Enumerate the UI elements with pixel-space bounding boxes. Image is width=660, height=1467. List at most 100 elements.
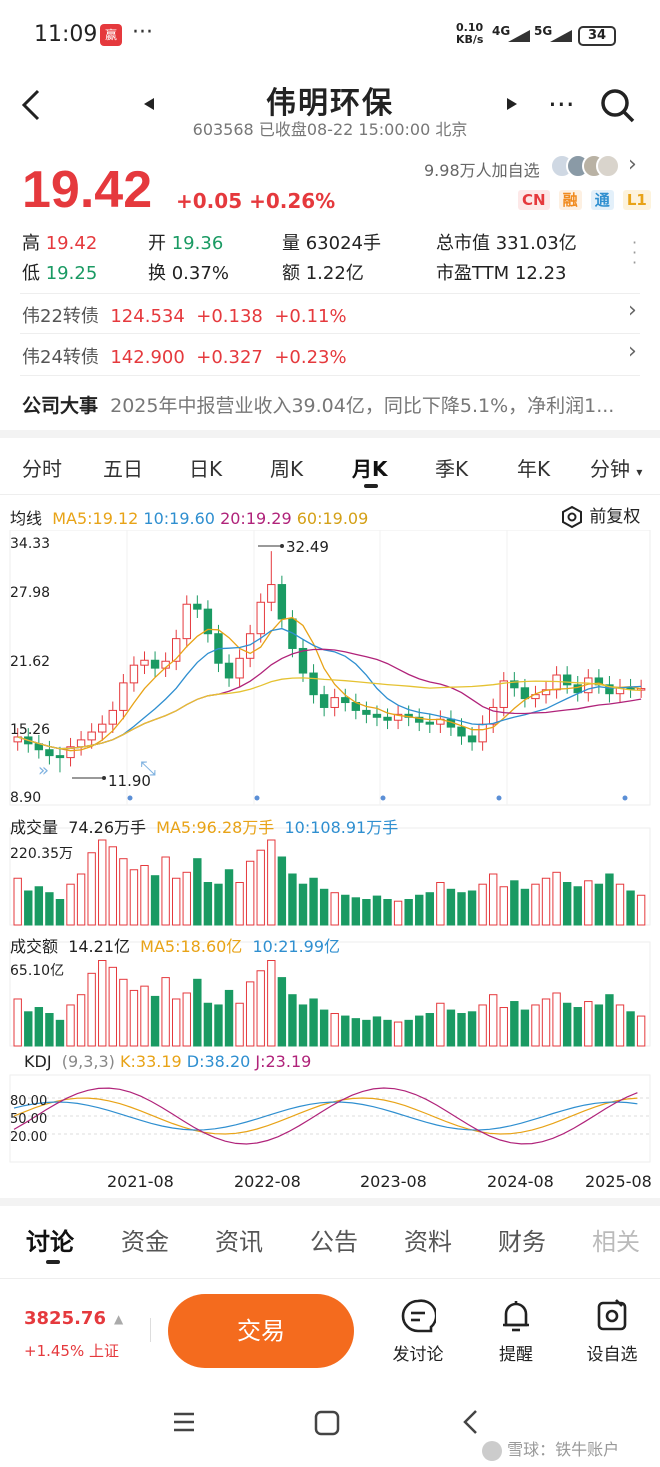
amount-legend: 成交额 14.21亿 MA5:18.60亿 10:21.99亿 (10, 937, 341, 956)
candle (182, 603, 191, 640)
candle (140, 659, 149, 666)
tab-related[interactable]: 相关 (592, 1222, 640, 1257)
volume-bar (636, 894, 646, 926)
volume-bar (182, 871, 191, 926)
candle (119, 682, 128, 711)
candle (55, 755, 65, 759)
badges: CN 融 通 L1 (518, 189, 651, 210)
amount-bar (319, 1009, 329, 1047)
candle (267, 584, 276, 603)
chevron-right-icon[interactable]: › (628, 298, 637, 323)
fullscreen-icon[interactable]: ⤡ (140, 756, 156, 780)
volume-bar (605, 873, 614, 926)
volume-bar (562, 882, 572, 926)
kdj-level: 20.00 (10, 1130, 48, 1145)
home-icon[interactable] (314, 1410, 340, 1440)
volume-bar (330, 892, 339, 926)
tab-5day[interactable]: 五日 (103, 453, 143, 482)
amount-bar (436, 1002, 445, 1047)
settings-hex-icon (562, 505, 582, 529)
index-change[interactable]: +1.45% 上证 (24, 1340, 119, 1361)
volume-bar (520, 888, 530, 926)
tab-minute[interactable]: 分钟 ▾ (590, 453, 642, 482)
volume-bar (467, 890, 477, 926)
more-vertical-icon[interactable]: · · · (632, 235, 637, 271)
ma-line (17, 627, 642, 750)
adjust-toggle[interactable]: 前复权 (560, 502, 640, 529)
bond-row[interactable]: 伟22转债 124.534 +0.138 +0.11% (22, 302, 347, 328)
amount-bar (288, 994, 297, 1047)
volume-bar (594, 883, 604, 926)
volume-bar (552, 871, 561, 926)
tab-financials[interactable]: 财务 (498, 1222, 546, 1257)
kdj-legend: KDJ (9,3,3) K:33.19 D:38.20 J:23.19 (24, 1052, 312, 1071)
ma-legend: 均线 MA5:19.12 10:19.60 20:19.29 60:19.09 (10, 509, 369, 528)
amount-bar (552, 992, 561, 1047)
watchlist-icon (597, 1299, 627, 1331)
tab-daily[interactable]: 日K (189, 453, 222, 482)
volume-bar (319, 888, 329, 926)
chevron-right-icon[interactable]: › (628, 152, 637, 177)
volume-bar (140, 865, 149, 926)
period-dot (380, 795, 386, 801)
tab-news[interactable]: 资讯 (215, 1222, 263, 1257)
amount-bar (562, 1002, 572, 1047)
amount-bar (98, 960, 107, 1047)
candle (309, 672, 318, 696)
followers-count[interactable]: 9.98万人加自选 (424, 157, 540, 181)
tab-discussion[interactable]: 讨论 (26, 1222, 74, 1257)
amount-bar (425, 1013, 434, 1047)
stat-pe: 市盈TTM 12.23 (436, 263, 567, 284)
follower-avatars[interactable] (550, 154, 620, 180)
amount-bar (362, 1019, 371, 1047)
expand-icon[interactable]: » (38, 760, 49, 781)
volume-bar (87, 852, 96, 926)
tab-announcements[interactable]: 公告 (310, 1222, 358, 1257)
tab-yearly[interactable]: 年K (517, 453, 550, 482)
company-event[interactable]: 公司大事 2025年中报营业收入39.04亿，同比下降5.1%，净利润1... (22, 391, 642, 418)
amount-bar (119, 978, 128, 1047)
next-stock-icon[interactable] (506, 96, 518, 115)
tab-intraday[interactable]: 分时 (22, 453, 62, 482)
stat-volume: 量 63024手 (282, 233, 381, 254)
tab-quarterly[interactable]: 季K (435, 453, 468, 482)
badge-l1: L1 (622, 190, 651, 210)
amount-bar (446, 1009, 456, 1047)
back-nav-icon[interactable] (460, 1408, 480, 1440)
amount-bar (510, 1001, 519, 1047)
volume-bar (235, 882, 244, 926)
trade-button[interactable]: 交易 (168, 1294, 354, 1368)
signal-bars-icon (508, 30, 530, 42)
kline-chart[interactable] (0, 530, 660, 1200)
volume-bar (404, 899, 413, 926)
section-gap (0, 430, 660, 438)
period-dot (127, 795, 133, 801)
tab-funds[interactable]: 资金 (121, 1222, 169, 1257)
volume-bar (341, 894, 350, 926)
candle (552, 674, 561, 691)
amount-bar (541, 998, 551, 1047)
section-gap (0, 1198, 660, 1206)
price-axis-top: 34.33 (10, 536, 51, 552)
volume-bar (457, 892, 466, 926)
net-speed: 0.10 KB/s (456, 21, 484, 46)
amount-bar (330, 1013, 339, 1047)
volume-bar (425, 892, 434, 926)
amount-bar (140, 985, 149, 1047)
high-mark-dot (280, 544, 284, 548)
volume-bar (393, 900, 403, 926)
volume-bar (119, 858, 128, 926)
volume-bar (584, 880, 593, 926)
tab-weekly[interactable]: 周K (270, 453, 303, 482)
bond-row[interactable]: 伟24转债 142.900 +0.327 +0.23% (22, 343, 347, 369)
tab-monthly[interactable]: 月K (352, 453, 388, 482)
amount-bar (594, 1004, 604, 1047)
index-value[interactable]: 3825.76 (24, 1308, 106, 1329)
chevron-right-icon[interactable]: › (628, 339, 637, 364)
candle (150, 659, 160, 669)
current-price: 19.42 (22, 161, 153, 219)
amount-bar (87, 972, 96, 1047)
tab-profile[interactable]: 资料 (404, 1222, 452, 1257)
amount-bar (457, 1013, 466, 1047)
menu-icon[interactable] (172, 1410, 196, 1438)
